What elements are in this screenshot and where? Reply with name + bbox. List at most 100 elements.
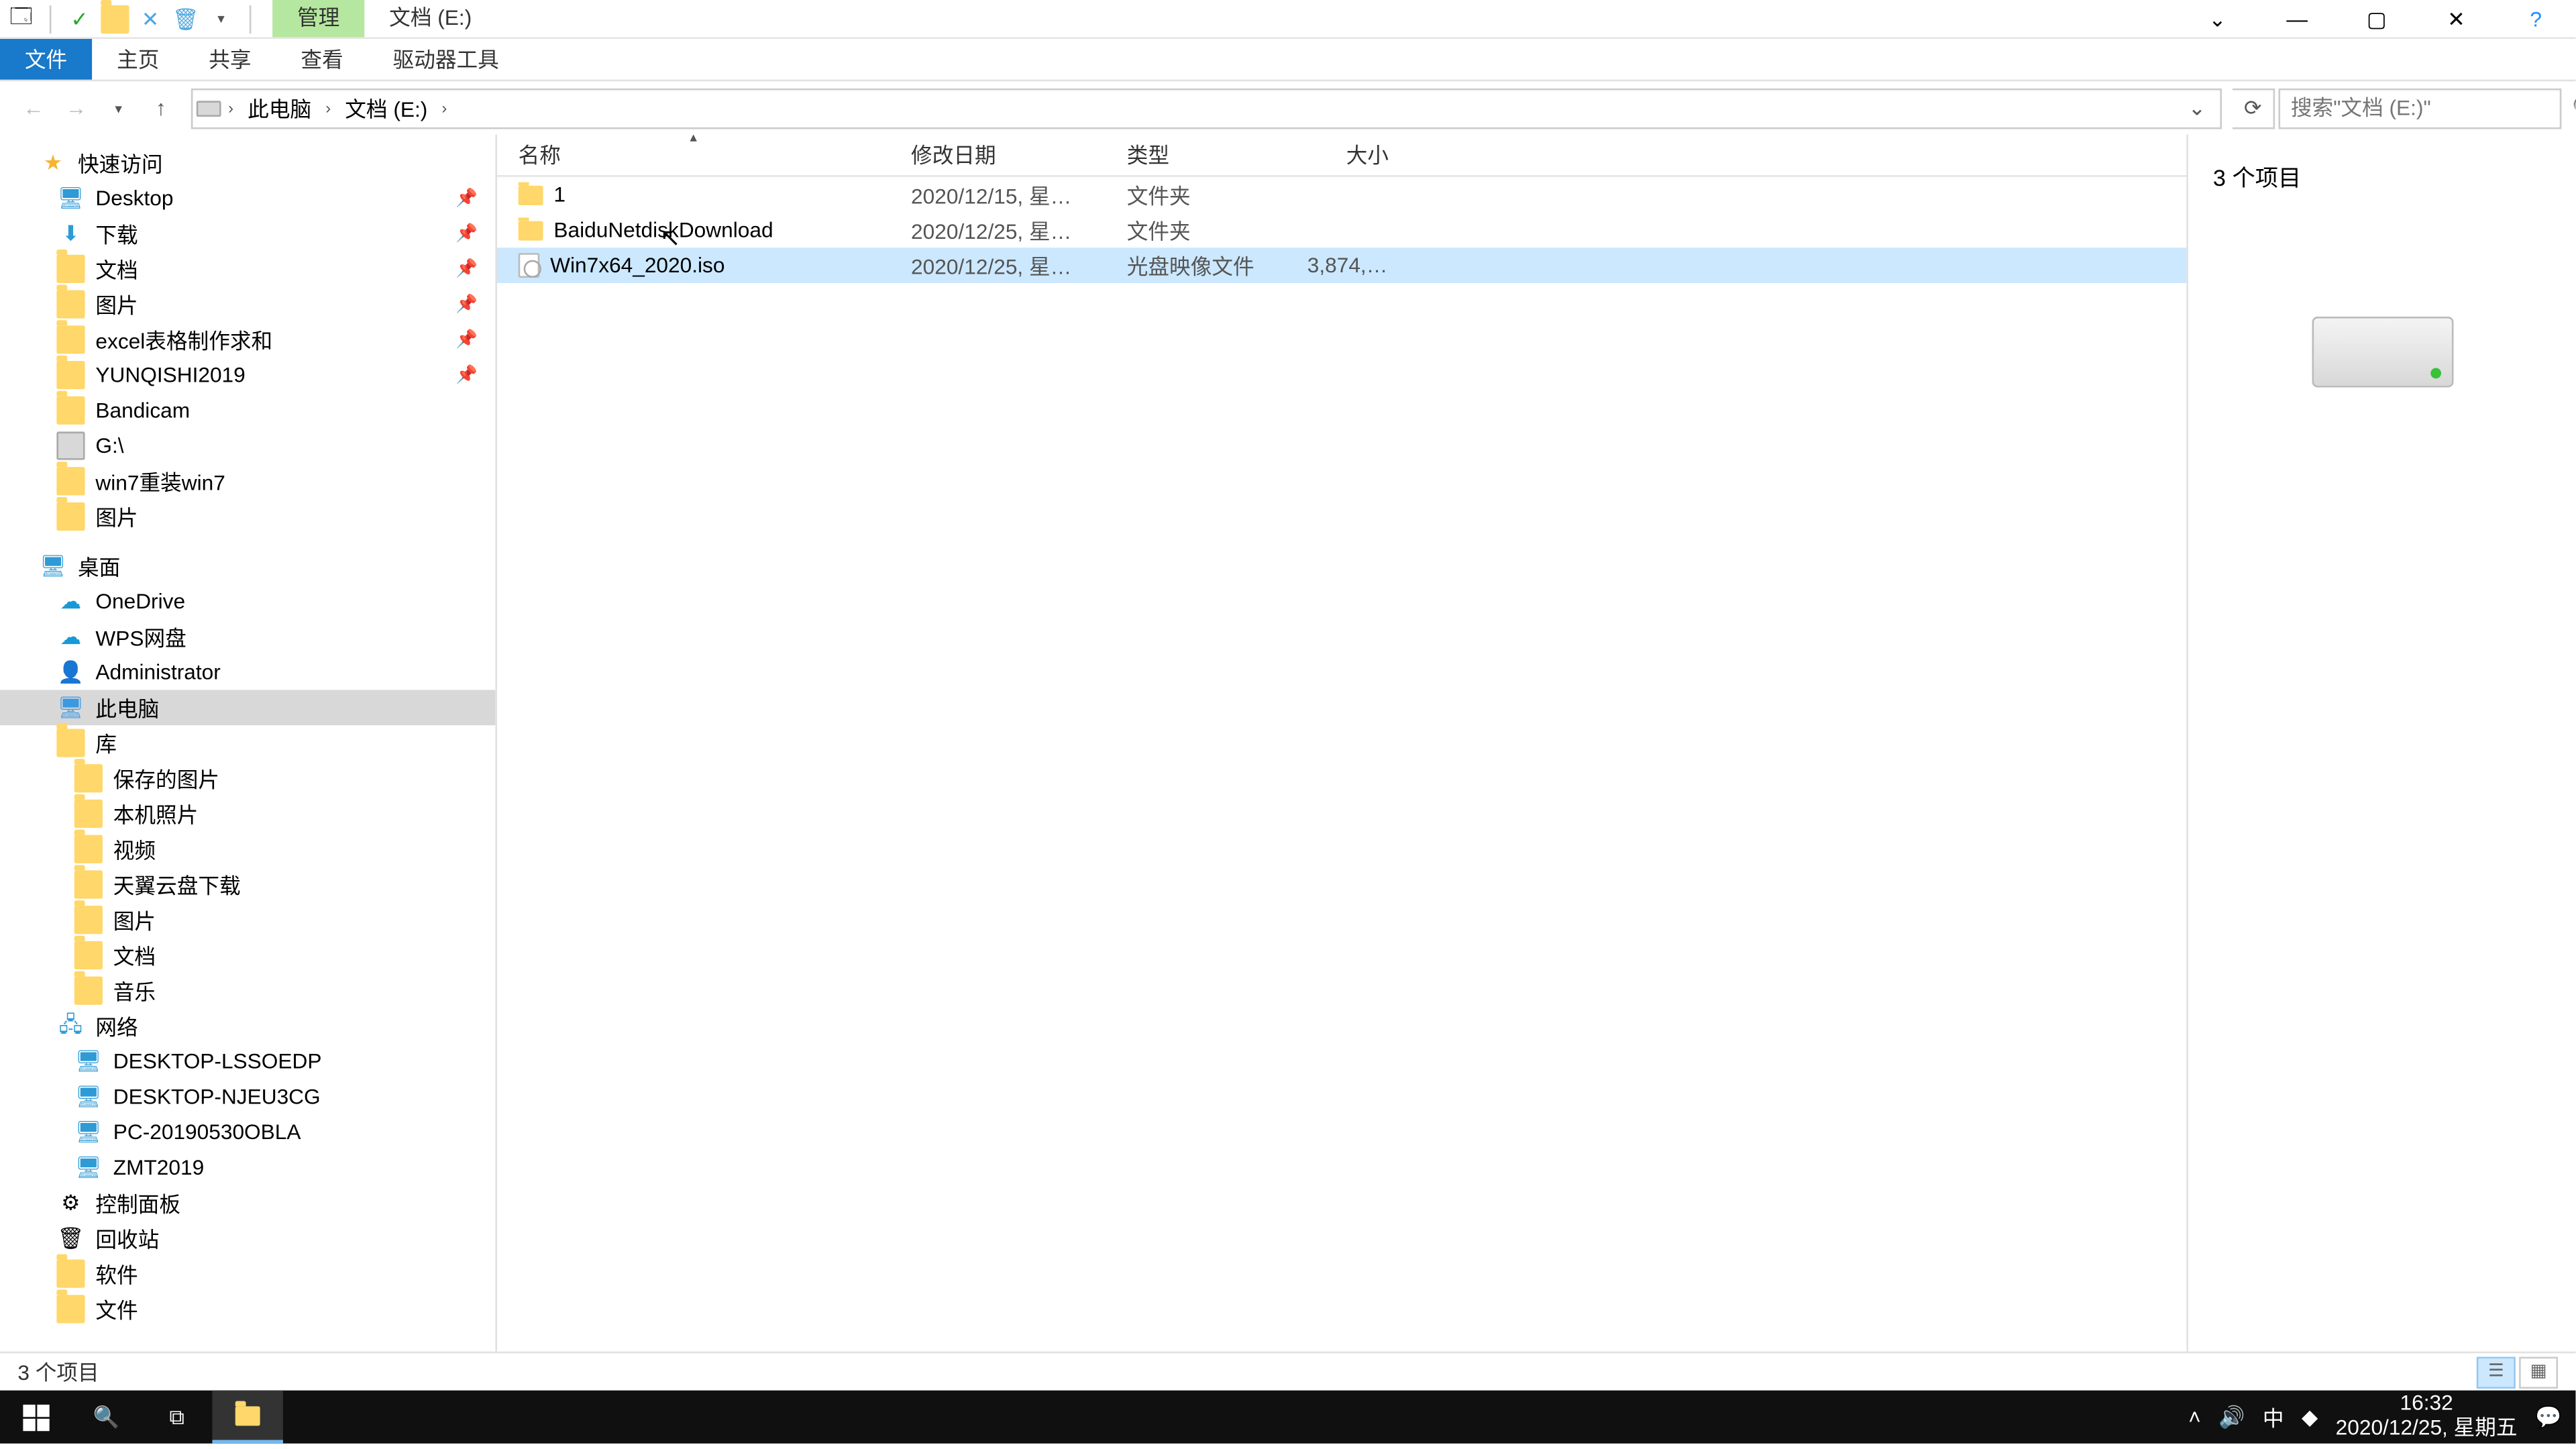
task-view-button[interactable]: ⧉ [142,1391,212,1444]
nav-documents[interactable]: 文档📌 [0,251,495,286]
file-row[interactable]: 1 2020/12/15, 星期二 1... 文件夹 [497,177,2186,213]
refresh-button[interactable]: ⟳ [2233,88,2275,129]
nav-folder[interactable]: excel表格制作求和📌 [0,322,495,358]
back-button[interactable]: ← [14,89,53,127]
search-box[interactable]: 🔍 [2278,88,2561,129]
nav-net-pc[interactable]: 🖥DESKTOP-NJEU3CG [0,1079,495,1115]
chevron-right-icon[interactable]: › [225,99,237,117]
nav-quick-access[interactable]: ★快速访问 [0,145,495,180]
nav-net-pc[interactable]: 🖥 ZMT2019 [0,1150,495,1185]
ribbon-tab-home[interactable]: 主页 [92,39,184,80]
tray-app-icon[interactable]: ◆ [2302,1405,2318,1430]
up-button[interactable]: ↑ [142,89,180,127]
recent-locations-dropdown[interactable]: ▾ [99,89,138,127]
nav-ty-download[interactable]: 天翼云盘下载 [0,867,495,902]
ribbon-tab-drive-tools[interactable]: 驱动器工具 [368,39,524,80]
contextual-tab-manage[interactable]: 管理 [272,0,364,37]
details-view-button[interactable]: ☰ [2477,1356,2516,1387]
network-icon: 🖧 [56,1012,85,1040]
taskbar-explorer[interactable] [212,1391,282,1444]
nav-pictures-lib[interactable]: 图片 [0,902,495,938]
ribbon-tab-share[interactable]: 共享 [184,39,276,80]
nav-control-panel[interactable]: ⚙控制面板 [0,1185,495,1221]
nav-label: 桌面 [78,551,120,581]
forward-button[interactable]: → [56,89,95,127]
search-button[interactable]: 🔍 [70,1391,141,1444]
address-bar[interactable]: › 此电脑 › 文档 (E:) › ⌄ [191,88,2222,129]
nav-label: ZMT2019 [113,1155,204,1180]
pc-icon: 🖥 [74,1153,103,1181]
column-type[interactable]: 类型 [1106,134,1286,175]
breadcrumb-segment[interactable]: 此电脑 [241,93,319,123]
pc-icon: 🖥 [74,1118,103,1146]
close-button[interactable]: ✕ [2416,0,2496,38]
help-icon[interactable]: ? [2496,0,2576,38]
column-date[interactable]: 修改日期 [890,134,1106,175]
clock[interactable]: 16:32 2020/12/25, 星期五 [2336,1393,2518,1442]
folder-icon [56,255,85,283]
nav-libraries[interactable]: 库 [0,725,495,761]
thumbnails-view-button[interactable]: ▦ [2519,1356,2558,1387]
folder-icon [56,1295,85,1323]
action-center-icon[interactable]: 💬 [2535,1405,2561,1430]
ribbon-toggle-icon[interactable]: ⌄ [2178,0,2257,38]
qat-close-icon[interactable]: ✕ [136,5,164,33]
title-bar: 🗔 ✓ ✕ 🗑 ▾ 管理 文档 (E:) ⌄ — ▢ ✕ ? [0,0,2575,39]
nav-pictures[interactable]: 图片📌 [0,286,495,322]
file-row[interactable]: Win7x64_2020.iso 2020/12/25, 星期五 1... 光盘… [497,248,2186,283]
file-row[interactable]: BaiduNetdiskDownload 2020/12/25, 星期五 1..… [497,212,2186,248]
nav-music[interactable]: 音乐 [0,973,495,1008]
nav-camera-roll[interactable]: 本机照片 [0,796,495,832]
nav-desktop[interactable]: 🖥Desktop📌 [0,180,495,216]
nav-net-pc[interactable]: 🖥DESKTOP-LSSOEDP [0,1044,495,1079]
nav-recycle-bin[interactable]: 🗑回收站 [0,1221,495,1256]
breadcrumb-segment[interactable]: 文档 (E:) [338,93,435,123]
volume-icon[interactable]: 🔊 [2218,1405,2245,1430]
nav-folder[interactable]: 文件 [0,1291,495,1327]
address-dropdown-icon[interactable]: ⌄ [2178,95,2216,120]
pin-icon: 📌 [455,259,478,278]
ime-icon[interactable]: 中 [2263,1402,2284,1432]
chevron-right-icon[interactable]: › [438,99,450,117]
nav-onedrive[interactable]: ☁OneDrive [0,584,495,619]
file-date: 2020/12/25, 星期五 1... [890,215,1106,245]
nav-this-pc[interactable]: 🖥此电脑 [0,690,495,725]
nav-network[interactable]: 🖧网络 [0,1008,495,1044]
chevron-right-icon[interactable]: › [322,99,334,117]
nav-folder[interactable]: 软件 [0,1256,495,1291]
search-input[interactable] [2291,95,2565,120]
quick-access-toolbar: 🗔 ✓ ✕ 🗑 ▾ [0,5,266,33]
nav-user[interactable]: 👤Administrator [0,655,495,690]
ribbon-tab-view[interactable]: 查看 [276,39,368,80]
nav-folder[interactable]: YUNQISHI2019📌 [0,358,495,393]
column-size[interactable]: 大小 [1286,134,1410,175]
qat-dropdown-icon[interactable]: ▾ [207,5,235,33]
column-name[interactable]: 名称▴ [497,134,890,175]
window-controls: ⌄ — ▢ ✕ ? [2178,0,2575,38]
nav-saved-pictures[interactable]: 保存的图片 [0,761,495,796]
search-icon[interactable]: 🔍 [2565,95,2576,120]
minimize-button[interactable]: — [2257,0,2337,38]
nav-downloads[interactable]: ⬇下载📌 [0,216,495,252]
maximize-button[interactable]: ▢ [2337,0,2416,38]
nav-wps[interactable]: ☁WPS网盘 [0,619,495,655]
qat-folder-icon[interactable] [101,5,129,33]
download-icon: ⬇ [56,219,85,248]
nav-desktop-root[interactable]: 🖥桌面 [0,548,495,584]
nav-folder[interactable]: 图片 [0,499,495,535]
qat-check-icon[interactable]: ✓ [66,5,94,33]
nav-label: 控制面板 [95,1188,180,1218]
qat-delete-icon[interactable]: 🗑 [172,5,200,33]
nav-net-pc[interactable]: 🖥PC-20190530OBLA [0,1114,495,1150]
ribbon-tab-file[interactable]: 文件 [0,39,92,80]
nav-label: WPS网盘 [95,622,186,652]
tray-chevron-up-icon[interactable]: ˄ [2188,1405,2201,1430]
nav-documents-lib[interactable]: 文档 [0,938,495,973]
nav-videos[interactable]: 视频 [0,831,495,867]
start-button[interactable] [0,1391,70,1444]
nav-folder[interactable]: win7重装win7 [0,464,495,499]
nav-folder[interactable]: Bandicam [0,392,495,428]
nav-drive[interactable]: G:\ [0,428,495,464]
navigation-pane[interactable]: ★快速访问 🖥Desktop📌 ⬇下载📌 文档📌 图片📌 excel表格制作求和… [0,134,495,1362]
trash-icon: 🗑 [56,1224,85,1252]
